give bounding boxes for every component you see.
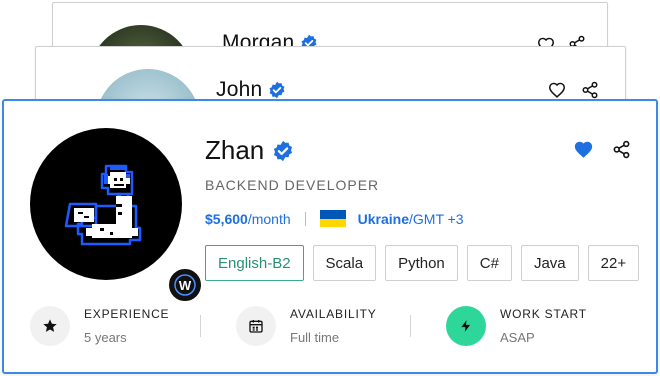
ukraine-flag-icon [319,210,346,227]
stat-label: WORK START [500,307,587,321]
tag-more[interactable]: 22+ [587,245,640,281]
skill-tags: English-B2 Scala Python C# Java 22+ [205,245,640,281]
company-badge: W [166,266,204,304]
company-badge-letter: W [178,277,192,293]
divider [200,315,201,337]
favorite-heart-icon[interactable] [546,79,568,101]
stat-work-start: WORK START ASAP [446,306,587,346]
stat-value: Full time [290,330,340,345]
candidate-name: Zhan [205,135,294,166]
tag-skill[interactable]: Java [520,245,579,281]
rate-period: /month [247,210,291,227]
tag-skill[interactable]: Python [385,245,458,281]
stat-availability: AVAILABILITY Full time [236,306,377,346]
avatar-zhan: W [30,128,204,304]
tag-skill[interactable]: C# [466,245,512,281]
stat-label: AVAILABILITY [290,307,377,321]
calendar-icon [236,306,276,346]
candidate-card-john[interactable]: John [35,46,626,106]
divider [410,315,411,337]
candidate-name-text: Zhan [205,135,265,165]
lightning-icon [446,306,486,346]
timezone: /GMT +3 [409,210,464,227]
share-icon[interactable] [610,138,632,160]
stat-value: ASAP [500,330,535,345]
share-icon[interactable] [579,79,601,101]
stat-value: 5 years [84,330,127,345]
verified-icon [269,81,285,99]
divider [304,211,306,226]
favorite-heart-filled-icon[interactable] [572,138,594,160]
tag-language[interactable]: English-B2 [205,245,304,281]
tag-skill[interactable]: Scala [312,245,377,281]
candidate-card-zhan[interactable]: W Zhan BACKEND DEVELOPER $5,600 /month U… [2,99,658,374]
stat-experience: EXPERIENCE 5 years [30,306,169,346]
stats-row: EXPERIENCE 5 years AVAILABILITY Full tim… [30,306,630,356]
star-icon [30,306,70,346]
stat-label: EXPERIENCE [84,307,170,321]
country: Ukraine [357,210,409,227]
verified-icon [274,140,293,161]
rate-location-row: $5,600 /month Ukraine /GMT +3 [205,210,464,227]
monthly-rate: $5,600 [205,210,248,227]
job-role: BACKEND DEVELOPER [205,177,380,193]
developer-avatar-illustration [64,164,142,246]
